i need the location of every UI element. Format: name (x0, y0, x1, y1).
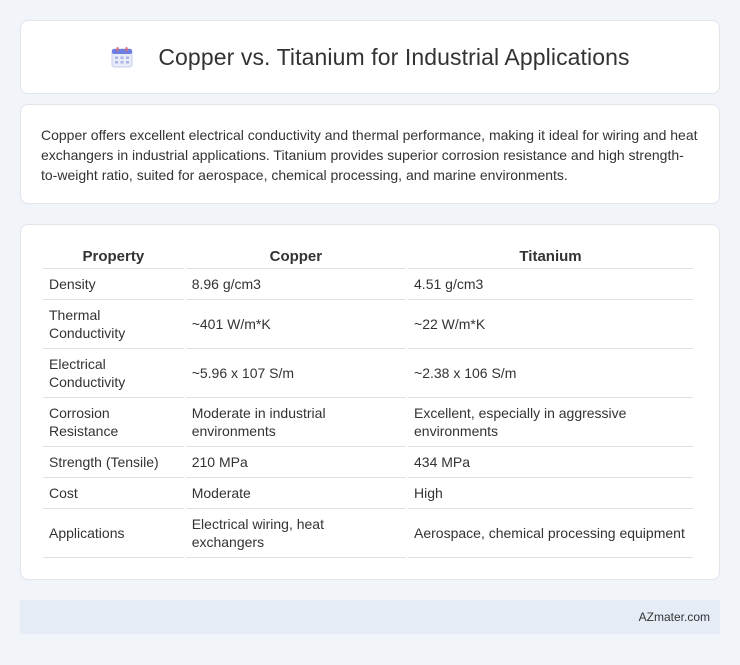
table-row: Applications Electrical wiring, heat exc… (43, 509, 693, 558)
table-row: Strength (Tensile) 210 MPa 434 MPa (43, 447, 693, 478)
header-card: Copper vs. Titanium for Industrial Appli… (20, 20, 720, 94)
cell-copper: 8.96 g/cm3 (185, 269, 407, 300)
cell-copper: Moderate in industrial environments (185, 398, 407, 447)
comparison-table: Property Copper Titanium Density 8.96 g/… (41, 247, 695, 558)
cell-titanium: Aerospace, chemical processing equipment (408, 509, 693, 558)
calendar-icon (111, 47, 133, 68)
cell-property: Corrosion Resistance (43, 398, 184, 447)
summary-text: Copper offers excellent electrical condu… (41, 127, 698, 183)
cell-copper: Electrical wiring, heat exchangers (185, 509, 407, 558)
title-wrap: Copper vs. Titanium for Industrial Appli… (110, 43, 630, 71)
cell-copper: ~5.96 x 107 S/m (185, 349, 407, 398)
table-row: Corrosion Resistance Moderate in industr… (43, 398, 693, 447)
cell-property: Density (43, 269, 184, 300)
cell-property: Strength (Tensile) (43, 447, 184, 478)
cell-copper: 210 MPa (185, 447, 407, 478)
comparison-table-card: Property Copper Titanium Density 8.96 g/… (20, 224, 720, 580)
cell-titanium: Excellent, especially in aggressive envi… (408, 398, 693, 447)
footer-credit: AZmater.com (638, 610, 710, 624)
cell-titanium: 434 MPa (408, 447, 693, 478)
cell-property: Cost (43, 478, 184, 509)
header-copper: Copper (185, 247, 407, 269)
cell-titanium: ~2.38 x 106 S/m (408, 349, 693, 398)
header-titanium: Titanium (408, 247, 693, 269)
table-row: Thermal Conductivity ~401 W/m*K ~22 W/m*… (43, 300, 693, 349)
header-property: Property (43, 247, 184, 269)
page-title: Copper vs. Titanium for Industrial Appli… (158, 43, 630, 70)
cell-titanium: 4.51 g/cm3 (408, 269, 693, 300)
cell-copper: Moderate (185, 478, 407, 509)
table-row: Electrical Conductivity ~5.96 x 107 S/m … (43, 349, 693, 398)
table-row: Density 8.96 g/cm3 4.51 g/cm3 (43, 269, 693, 300)
summary-card: Copper offers excellent electrical condu… (20, 104, 720, 204)
cell-titanium: High (408, 478, 693, 509)
cell-copper: ~401 W/m*K (185, 300, 407, 349)
footer-bar: AZmater.com (20, 600, 720, 634)
cell-titanium: ~22 W/m*K (408, 300, 693, 349)
table-row: Cost Moderate High (43, 478, 693, 509)
cell-property: Electrical Conductivity (43, 349, 184, 398)
cell-property: Applications (43, 509, 184, 558)
table-header-row: Property Copper Titanium (43, 247, 693, 269)
cell-property: Thermal Conductivity (43, 300, 184, 349)
